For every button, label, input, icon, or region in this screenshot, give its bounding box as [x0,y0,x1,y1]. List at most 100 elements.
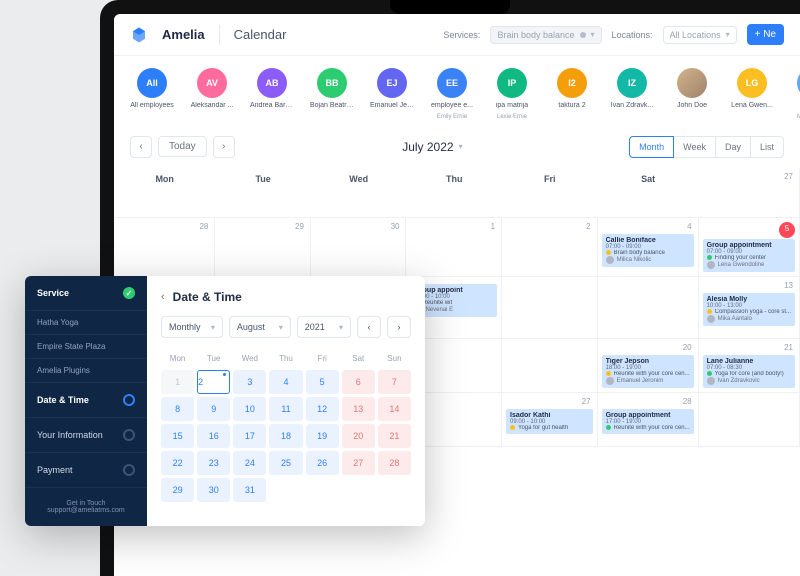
mini-day[interactable]: 14 [378,397,411,421]
mini-day[interactable]: 20 [342,424,375,448]
mini-day[interactable]: 19 [306,424,339,448]
mini-day[interactable]: 6 [342,370,375,394]
mini-day[interactable]: 13 [342,397,375,421]
event-block[interactable]: Callie Boniface07:00 - 09:00Brain body b… [602,234,694,267]
new-button[interactable]: + Ne [747,24,784,45]
calendar-cell[interactable]: 2 [502,218,598,277]
mini-day-header: Wed [233,350,266,367]
event-block[interactable]: Lane Julianne07:00 - 08:30Yoga for core … [703,355,795,388]
mini-day[interactable]: 10 [233,397,266,421]
step-service[interactable]: Service ✓ [25,276,147,311]
mini-day[interactable]: 23 [197,451,230,475]
calendar-cell[interactable]: 5Group appointment07:00 - 09:00Finding y… [699,218,800,277]
view-list[interactable]: List [750,136,784,158]
mini-day[interactable]: 8 [161,397,194,421]
event-block[interactable]: Group appointment07:00 - 09:00Finding yo… [703,239,795,272]
mini-day[interactable]: 1 [161,370,194,394]
calendar-cell[interactable] [598,277,699,339]
calendar-cell[interactable]: 1 [406,218,502,277]
employee-avatar[interactable]: M3maria 3Mike Sober [790,68,800,120]
calendar-cell[interactable]: 21Lane Julianne07:00 - 08:30Yoga for cor… [699,339,800,393]
mini-day[interactable]: 25 [269,451,302,475]
employee-avatar[interactable]: EJEmanuel Jer... [370,68,414,120]
today-button[interactable]: Today [158,136,207,157]
mini-day[interactable]: 12 [306,397,339,421]
mini-day[interactable]: 15 [161,424,194,448]
mini-day[interactable]: 22 [161,451,194,475]
calendar-cell[interactable]: 29 [215,218,311,277]
employee-avatar[interactable]: IZIvan Zdravk... [610,68,654,120]
step-datetime[interactable]: Date & Time [25,383,147,418]
calendar-cell[interactable]: 27Isador Kathi09:00 - 10:00Yoga for gut … [502,393,598,447]
calendar-cell[interactable]: 30 [311,218,407,277]
employee-avatar[interactable]: LGLena Gwen... [730,68,774,120]
employee-avatar[interactable]: ABAndrea Barber [250,68,294,120]
period-select[interactable]: Monthly▾ [161,316,223,338]
mini-day[interactable]: 2 [197,370,230,394]
avatar-icon: LG [737,68,767,98]
back-button[interactable]: ‹ [161,291,165,303]
step-info[interactable]: Your Information [25,418,147,453]
event-block[interactable]: Alesia Molly10:00 - 13:00Compassion yoga… [703,293,795,326]
day-header: Tue [215,168,311,218]
popup-main: ‹ Date & Time Monthly▾ August▾ 2021▾ ‹ ›… [147,276,425,526]
event-block[interactable]: Isador Kathi09:00 - 10:00Yoga for gut he… [506,409,593,434]
mini-day[interactable]: 17 [233,424,266,448]
employee-avatar[interactable]: AVAleksandar ... [190,68,234,120]
calendar-cell[interactable]: 4Callie Boniface07:00 - 09:00Brain body … [598,218,699,277]
view-month[interactable]: Month [629,136,674,158]
calendar-cell[interactable] [699,393,800,447]
mini-day[interactable]: 4 [269,370,302,394]
employee-strip: AllAll employees AVAleksandar ... ABAndrea… [114,56,800,130]
mini-day[interactable]: 9 [197,397,230,421]
calendar-cell[interactable]: 20Tiger Jepson18:00 - 19:00Reunite with … [598,339,699,393]
day-header: Thu [406,168,502,218]
calendar-cell[interactable]: 13Alesia Molly10:00 - 13:00Compassion yo… [699,277,800,339]
employee-avatar[interactable]: AllAll employees [130,68,174,120]
services-filter[interactable]: Brain body balance ▾ [490,26,601,44]
event-block[interactable]: Group appointment17:00 - 19:00Reunite wi… [602,409,694,434]
mini-day[interactable]: 24 [233,451,266,475]
view-switcher: MonthWeekDayList [630,136,784,158]
mini-day[interactable]: 3 [233,370,266,394]
next-button[interactable]: › [213,136,235,158]
prev-button[interactable]: ‹ [130,136,152,158]
calendar-cell[interactable] [502,277,598,339]
mini-day[interactable]: 27 [342,451,375,475]
employee-avatar[interactable]: I2taktura 2 [550,68,594,120]
services-label: Services: [443,30,480,40]
mini-day[interactable]: 26 [306,451,339,475]
month-label[interactable]: July 2022 ▾ [402,140,462,154]
chevron-down-icon: ▾ [459,142,463,151]
mini-day[interactable]: 30 [197,478,230,502]
mini-day[interactable]: 18 [269,424,302,448]
calendar-cell[interactable] [502,339,598,393]
popup-sidebar: Service ✓ Hatha Yoga Empire State Plaza … [25,276,147,526]
employee-avatar[interactable]: IPipa matrijaLexie Ernie [490,68,534,120]
mini-prev-button[interactable]: ‹ [357,316,381,338]
step-payment[interactable]: Payment [25,453,147,488]
calendar-cell[interactable]: 28 [114,218,215,277]
calendar-cell[interactable]: 28Group appointment17:00 - 19:00Reunite … [598,393,699,447]
locations-filter[interactable]: All Locations ▾ [663,26,737,44]
mini-day[interactable]: 16 [197,424,230,448]
month-select[interactable]: August▾ [229,316,291,338]
view-day[interactable]: Day [715,136,751,158]
calendar-cell[interactable]: 27 [699,168,800,218]
view-week[interactable]: Week [673,136,716,158]
event-block[interactable]: Tiger Jepson18:00 - 19:00Reunite with yo… [602,355,694,388]
mini-day[interactable]: 28 [378,451,411,475]
mini-day[interactable]: 31 [233,478,266,502]
employee-avatar[interactable]: John Doe [670,68,714,120]
employee-avatar[interactable]: BBBojan Beatrice [310,68,354,120]
mini-day[interactable]: 5 [306,370,339,394]
booking-popup: Service ✓ Hatha Yoga Empire State Plaza … [25,276,425,526]
mini-next-button[interactable]: › [387,316,411,338]
employee-avatar[interactable]: EEemployee e...Emily Ernie [430,68,474,120]
mini-day[interactable]: 11 [269,397,302,421]
avatar-icon: EE [437,68,467,98]
mini-day[interactable]: 7 [378,370,411,394]
year-select[interactable]: 2021▾ [297,316,351,338]
mini-day[interactable]: 29 [161,478,194,502]
mini-day[interactable]: 21 [378,424,411,448]
